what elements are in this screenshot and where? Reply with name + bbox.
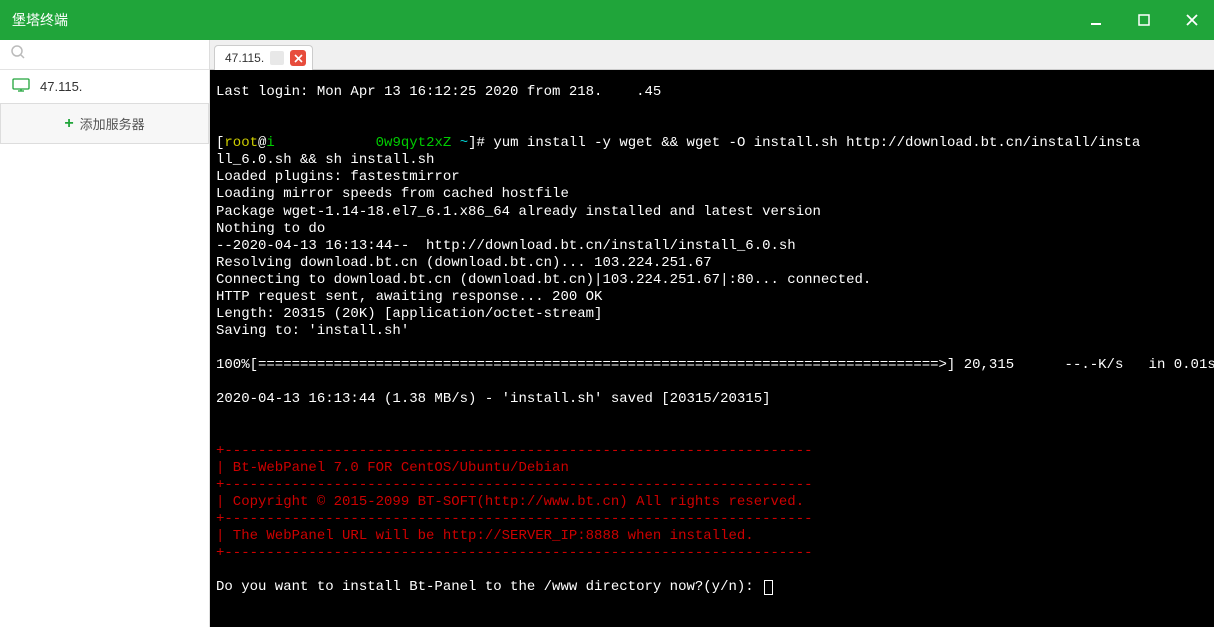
minimize-button[interactable] [1086,10,1106,30]
term-sep: +---------------------------------------… [216,477,813,493]
term-line: Loading mirror speeds from cached hostfi… [216,186,569,202]
tab-label: 47.115. [225,51,264,65]
add-server-label: 添加服务器 [80,114,145,133]
close-button[interactable] [1182,10,1202,30]
minimize-icon [1089,13,1103,27]
window-title: 堡塔终端 [12,10,68,30]
term-line: --2020-04-13 16:13:44-- http://download.… [216,238,796,254]
plus-icon: + [64,115,73,133]
monitor-icon [12,78,30,95]
content-area: 47.115. + 添加服务器 47.115. Last login: Mon … [0,40,1214,627]
term-line: Loaded plugins: fastestmirror [216,169,460,185]
tab-server[interactable]: 47.115. [214,45,313,70]
close-icon [1186,14,1198,26]
sidebar-server-item[interactable]: 47.115. [0,70,209,103]
term-sep: +---------------------------------------… [216,511,813,527]
close-icon [294,54,303,63]
term-banner: | Bt-WebPanel 7.0 FOR CentOS/Ubuntu/Debi… [216,460,569,476]
term-sep: +---------------------------------------… [216,443,813,459]
terminal-output[interactable]: Last login: Mon Apr 13 16:12:25 2020 fro… [210,70,1214,627]
term-line: Package wget-1.14-18.el7_6.1.x86_64 alre… [216,204,821,220]
cursor-icon [764,580,773,595]
tab-bar: 47.115. [210,40,1214,70]
term-prompt-question: Do you want to install Bt-Panel to the /… [216,579,773,595]
tab-close-button[interactable] [290,50,306,66]
maximize-icon [1138,14,1150,26]
term-line: ll_6.0.sh && sh install.sh [216,152,434,168]
term-progress: 100%[===================================… [216,357,1214,373]
term-line: HTTP request sent, awaiting response... … [216,289,602,305]
server-ip-label: 47.115. [40,79,82,94]
term-prompt-line: [root@i 0w9qyt2xZ ~]# yum install -y wge… [216,135,1140,151]
term-line: Nothing to do [216,221,325,237]
search-icon [10,44,26,65]
term-line: Saving to: 'install.sh' [216,323,409,339]
term-sep: +---------------------------------------… [216,545,813,561]
add-server-button[interactable]: + 添加服务器 [0,103,209,144]
tab-favicon [270,51,284,65]
term-line: 2020-04-13 16:13:44 (1.38 MB/s) - 'insta… [216,391,771,407]
sidebar: 47.115. + 添加服务器 [0,40,210,627]
search-input[interactable] [26,47,210,62]
main-area: 47.115. Last login: Mon Apr 13 16:12:25 … [210,40,1214,627]
search-row [0,40,209,70]
term-line: Resolving download.bt.cn (download.bt.cn… [216,255,712,271]
window-controls [1086,10,1202,30]
titlebar: 堡塔终端 [0,0,1214,40]
term-line: Length: 20315 (20K) [application/octet-s… [216,306,602,322]
term-banner: | The WebPanel URL will be http://SERVER… [216,528,754,544]
term-line: Connecting to download.bt.cn (download.b… [216,272,871,288]
term-line: Last login: Mon Apr 13 16:12:25 2020 fro… [216,84,661,100]
maximize-button[interactable] [1134,10,1154,30]
term-banner: | Copyright © 2015-2099 BT-SOFT(http://w… [216,494,804,510]
